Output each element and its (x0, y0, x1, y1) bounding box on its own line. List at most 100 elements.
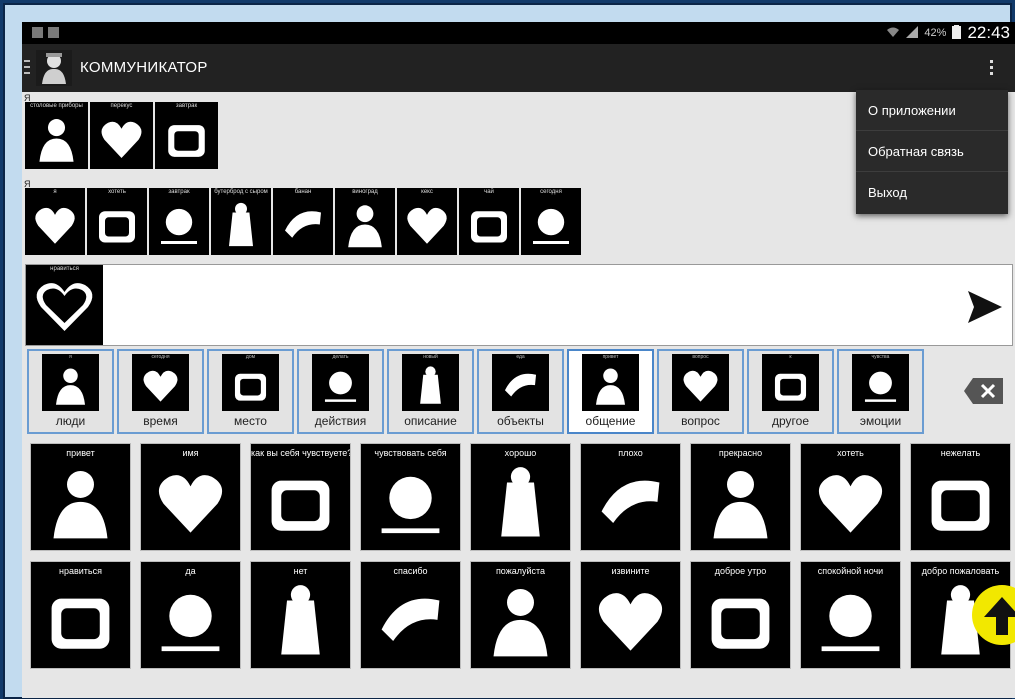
symbol-tile[interactable]: нравиться (30, 561, 131, 669)
tile-pictogram-icon (931, 480, 990, 531)
category-icon (683, 370, 718, 402)
category-4[interactable]: новый описание (387, 349, 474, 434)
symbol-card[interactable]: завтрак (149, 188, 209, 255)
category-5[interactable]: еда объекты (477, 349, 564, 434)
symbol-card[interactable]: я (25, 188, 85, 255)
sentence-card[interactable]: нравиться (26, 265, 103, 345)
menu-item-about[interactable]: О приложении (856, 90, 1008, 131)
drawer-icon[interactable] (24, 60, 30, 76)
pictogram-icon (168, 125, 205, 157)
category-8[interactable]: к другое (747, 349, 834, 434)
tile-pictogram-icon (713, 470, 768, 539)
category-2[interactable]: дом место (207, 349, 294, 434)
category-pictogram: чувства (852, 354, 909, 411)
category-7[interactable]: вопрос вопрос (657, 349, 744, 434)
category-0[interactable]: я люди (27, 349, 114, 434)
app-title: КОММУНИКАТОР (80, 59, 208, 76)
tile-pictogram-icon (161, 594, 220, 652)
phrase-row-1: столовые приборы перекус завтрак (25, 102, 218, 169)
category-name: вопрос (681, 414, 720, 428)
symbol-tile[interactable]: извините (580, 561, 681, 669)
category-icon (504, 373, 537, 397)
symbol-tile[interactable]: как вы себя чувствуете? (250, 443, 351, 551)
pictogram-icon (99, 211, 135, 243)
symbol-tile[interactable]: чувствовать себя (360, 443, 461, 551)
category-pictogram: к (762, 354, 819, 411)
category-3[interactable]: делать действия (297, 349, 384, 434)
category-pictogram: новый (402, 354, 459, 411)
symbol-tile[interactable]: хотеть (800, 443, 901, 551)
symbol-card[interactable]: столовые приборы (25, 102, 88, 169)
category-6[interactable]: привет общение (567, 349, 654, 434)
tile-pictogram-icon (51, 598, 110, 649)
category-pictogram: дом (222, 354, 279, 411)
tile-pictogram-icon (711, 598, 770, 649)
category-name: другое (771, 414, 809, 428)
category-icon (55, 368, 86, 405)
symbol-tile[interactable]: имя (140, 443, 241, 551)
arrow-up-icon (984, 597, 1015, 635)
symbol-card[interactable]: хотеть (87, 188, 147, 255)
pictogram-icon (39, 119, 74, 162)
symbol-card[interactable]: кекс (397, 188, 457, 255)
symbol-tile[interactable]: плохо (580, 443, 681, 551)
category-name: место (234, 414, 267, 428)
tile-pictogram-icon (501, 467, 540, 537)
category-icon (143, 370, 178, 402)
symbol-tile[interactable]: спокойной ночи (800, 561, 901, 669)
app-logo (36, 50, 72, 86)
symbol-card[interactable]: перекус (90, 102, 153, 169)
scroll-up-fab[interactable] (972, 585, 1015, 645)
category-pictogram: я (42, 354, 99, 411)
symbol-tile[interactable]: да (140, 561, 241, 669)
category-icon (420, 366, 441, 404)
symbol-tile[interactable]: пожалуйста (470, 561, 571, 669)
symbol-card[interactable]: завтрак (155, 102, 218, 169)
wifi-icon (886, 26, 900, 41)
category-9[interactable]: чувства эмоции (837, 349, 924, 434)
tile-pictogram-icon (821, 594, 880, 652)
pictogram-icon (229, 202, 253, 247)
symbol-tile[interactable]: нежелать (910, 443, 1011, 551)
sentence-bar[interactable]: нравиться (25, 264, 1013, 346)
phrase-row-2: я хотеть завтрак бутерброд с сыром банан вино… (25, 188, 581, 255)
category-1[interactable]: сегодня время (117, 349, 204, 434)
symbol-tile[interactable]: прекрасно (690, 443, 791, 551)
category-name: люди (55, 414, 86, 428)
tablet-screen: 42% 22:43 КОММУНИКАТОР Я столовые прибор… (22, 22, 1015, 698)
overflow-menu-icon[interactable] (990, 60, 994, 78)
category-name: время (143, 414, 178, 428)
tile-pictogram-icon (381, 598, 440, 642)
menu-item-exit[interactable]: Выход (856, 172, 1008, 213)
symbol-card[interactable]: сегодня (521, 188, 581, 255)
pictogram-icon (533, 208, 569, 244)
notification-icon (32, 27, 43, 38)
symbol-tile[interactable]: хорошо (470, 443, 571, 551)
category-name: общение (585, 414, 636, 428)
symbol-card[interactable]: бутерброд с сыром (211, 188, 271, 255)
category-pictogram: сегодня (132, 354, 189, 411)
symbol-card[interactable]: чай (459, 188, 519, 255)
pictogram-icon (285, 211, 321, 238)
symbol-tile[interactable]: спасибо (360, 561, 461, 669)
menu-item-feedback[interactable]: Обратная связь (856, 131, 1008, 172)
backspace-icon[interactable] (963, 376, 1005, 406)
symbol-grid: привет имя как вы себя чувствуете? чувствов… (30, 443, 1015, 698)
tile-pictogram-icon (493, 588, 548, 657)
symbol-tile[interactable]: доброе утро (690, 561, 791, 669)
send-icon[interactable] (964, 287, 1004, 327)
tile-pictogram-icon (53, 470, 108, 539)
category-icon (774, 373, 807, 401)
pictogram-icon (161, 208, 197, 244)
symbol-card[interactable]: банан (273, 188, 333, 255)
battery-icon (952, 24, 962, 42)
tile-pictogram-icon (818, 475, 883, 533)
symbol-tile[interactable]: привет (30, 443, 131, 551)
category-pictogram: привет (582, 354, 639, 411)
category-icon (324, 371, 357, 402)
symbol-tile[interactable]: нет (250, 561, 351, 669)
category-name: эмоции (859, 414, 902, 428)
signal-icon (906, 25, 919, 41)
category-pictogram: делать (312, 354, 369, 411)
symbol-card[interactable]: виноград (335, 188, 395, 255)
